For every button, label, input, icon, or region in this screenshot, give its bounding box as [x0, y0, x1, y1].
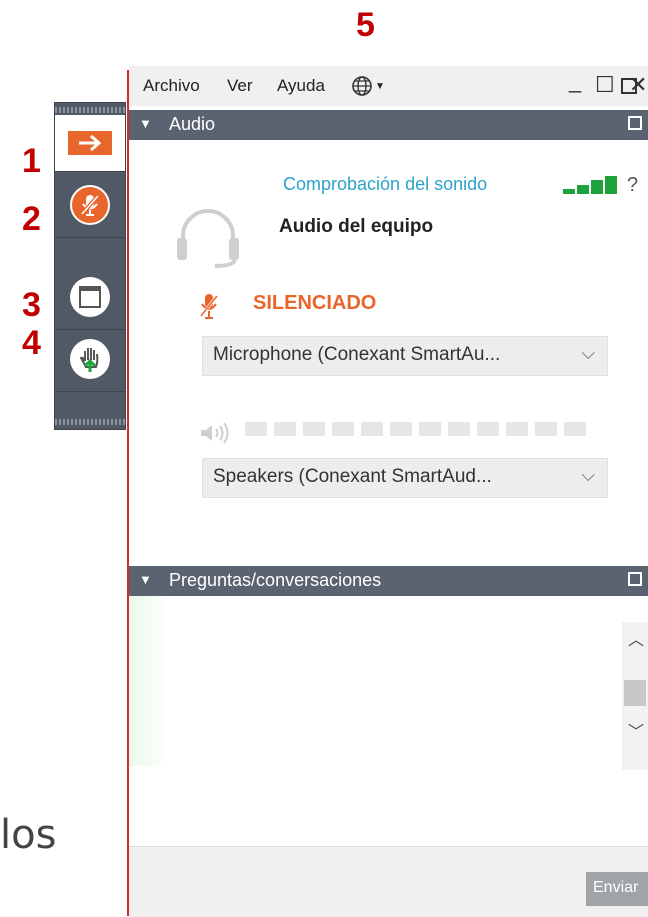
chat-footer	[129, 846, 648, 917]
collapse-triangle-icon[interactable]: ▼	[139, 572, 152, 587]
microphone-select-value: Microphone (Conexant SmartAu...	[213, 344, 501, 365]
callout-1: 1	[22, 142, 41, 180]
speaker-volume-icon	[199, 422, 233, 449]
meeting-toolbar	[54, 102, 126, 430]
callout-3: 3	[22, 286, 41, 324]
sound-check-link[interactable]: Comprobación del sonido	[283, 174, 487, 195]
background-slide-text: los	[0, 812, 57, 858]
expand-panel-button[interactable]	[55, 115, 125, 172]
audio-panel-header[interactable]: ▼ Audio	[129, 110, 648, 140]
menu-archivo[interactable]: Archivo	[143, 76, 200, 96]
muted-mic-icon	[199, 292, 219, 325]
speakers-select[interactable]: Speakers (Conexant SmartAud... ⌵	[202, 458, 608, 498]
chat-history[interactable]	[129, 596, 620, 766]
panel-popout-icon[interactable]	[628, 116, 642, 130]
chevron-down-icon: ⌵	[581, 465, 595, 485]
menu-ver[interactable]: Ver	[227, 76, 253, 96]
raise-hand-icon	[70, 339, 110, 379]
menu-bar: Archivo Ver Ayuda ▼ _ ☐ ✕	[129, 66, 648, 106]
scroll-down-icon[interactable]: ﹀	[628, 718, 644, 742]
microphone-select[interactable]: Microphone (Conexant SmartAu... ⌵	[202, 336, 608, 376]
toolbar-grip-bottom[interactable]	[55, 419, 125, 425]
window-icon	[70, 277, 110, 317]
scroll-up-icon[interactable]: ︿	[628, 626, 644, 650]
toolbar-grip[interactable]	[55, 107, 125, 113]
close-button[interactable]: ✕	[629, 72, 647, 98]
callout-2: 2	[22, 200, 41, 238]
send-button[interactable]: Enviar	[586, 872, 648, 906]
minimize-button[interactable]: _	[569, 68, 581, 94]
panel-window: Archivo Ver Ayuda ▼ _ ☐ ✕ ▼ Audio Compro…	[129, 66, 648, 917]
chevron-down-icon: ▼	[375, 80, 385, 92]
arrow-right-icon	[68, 131, 112, 155]
show-panels-button[interactable]	[55, 265, 125, 330]
chat-scrollbar[interactable]: ︿ ﹀	[622, 622, 648, 770]
collapse-triangle-icon[interactable]: ▼	[139, 116, 152, 131]
speakers-select-value: Speakers (Conexant SmartAud...	[213, 466, 492, 487]
questions-panel-title: Preguntas/conversaciones	[169, 570, 382, 590]
headset-icon	[175, 204, 241, 273]
callout-4: 4	[22, 324, 41, 362]
mute-status-label: SILENCIADO	[253, 292, 377, 314]
globe-icon[interactable]: ▼	[351, 75, 385, 97]
callout-5: 5	[356, 6, 375, 44]
audio-panel-title: Audio	[169, 114, 216, 134]
message-input[interactable]	[129, 778, 648, 844]
restore-button[interactable]: ☐	[595, 72, 615, 98]
microphone-mute-button[interactable]	[55, 173, 125, 238]
help-button[interactable]: ?	[627, 174, 638, 197]
microphone-muted-icon	[70, 185, 110, 225]
audio-source-label: Audio del equipo	[279, 216, 434, 237]
menu-ayuda[interactable]: Ayuda	[277, 76, 325, 96]
panel-popout-icon[interactable]	[628, 572, 642, 586]
signal-strength-icon	[563, 174, 619, 194]
raise-hand-button[interactable]	[55, 327, 125, 392]
chevron-down-icon: ⌵	[581, 343, 595, 363]
questions-panel-header[interactable]: ▼ Preguntas/conversaciones	[129, 566, 648, 596]
scroll-thumb[interactable]	[624, 680, 646, 706]
